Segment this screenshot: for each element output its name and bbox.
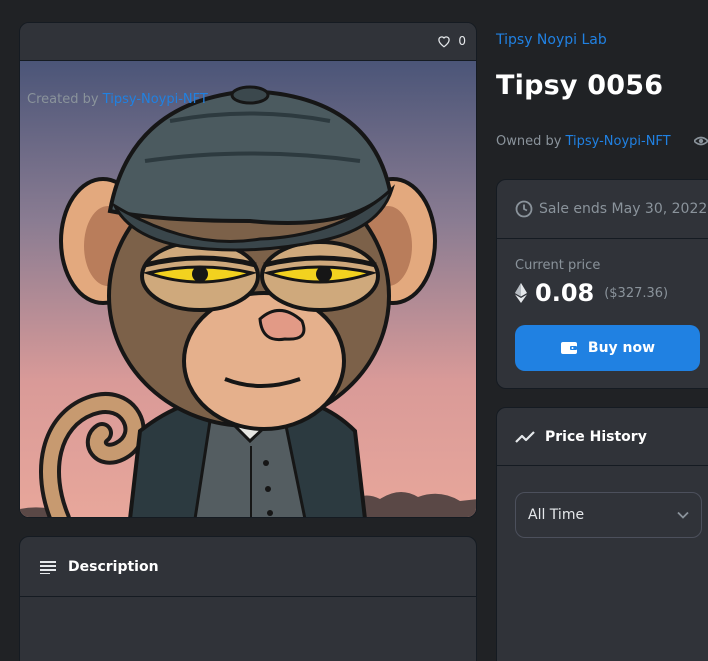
sale-card: Sale ends May 30, 2022 Current price 0.0…	[496, 179, 708, 389]
image-card-toolbar: 0	[20, 23, 476, 61]
clock-icon	[515, 200, 533, 218]
trend-line-icon	[515, 430, 535, 443]
sale-ends-row: Sale ends May 30, 2022	[497, 180, 708, 239]
ethereum-icon	[515, 283, 527, 303]
period-select[interactable]: All Time	[515, 492, 702, 538]
buy-now-button[interactable]: Buy now	[515, 325, 700, 371]
description-card: Description	[19, 536, 477, 661]
owner-link[interactable]: Tipsy-Noypi-NFT	[565, 134, 670, 149]
favorite-button[interactable]: 0	[436, 34, 466, 48]
price-history-title: Price History	[545, 428, 647, 445]
collection-link[interactable]: Tipsy Noypi Lab	[496, 32, 607, 48]
created-by-line: Created by Tipsy-Noypi-NFT	[27, 92, 208, 107]
creator-link[interactable]: Tipsy-Noypi-NFT	[103, 92, 208, 107]
price-area: Current price 0.08 ($327.36)	[515, 258, 668, 307]
chevron-down-icon	[677, 511, 689, 519]
description-header[interactable]: Description	[20, 537, 476, 597]
asset-title: Tipsy 0056	[496, 70, 664, 101]
current-price-label: Current price	[515, 258, 601, 273]
price-eth: 0.08	[535, 279, 595, 307]
sale-ends-text: Sale ends May 30, 2022	[539, 201, 708, 217]
price-history-header[interactable]: Price History	[497, 408, 708, 466]
favorite-count: 0	[458, 34, 466, 48]
buy-now-label: Buy now	[587, 340, 656, 356]
wallet-icon	[560, 342, 577, 354]
owner-line: Owned by Tipsy-Noypi-NFT	[496, 134, 671, 149]
period-selected-value: All Time	[528, 507, 585, 523]
heart-icon	[438, 36, 451, 48]
owned-by-label: Owned by	[496, 134, 562, 149]
eye-icon	[694, 136, 708, 146]
price-usd: ($327.36)	[604, 285, 669, 301]
price-history-card: Price History All Time	[496, 407, 708, 661]
created-by-label: Created by	[27, 92, 99, 107]
description-title: Description	[68, 558, 159, 575]
list-lines-icon	[40, 560, 56, 574]
nft-artwork[interactable]	[20, 61, 477, 518]
price-row: 0.08 ($327.36)	[515, 279, 668, 307]
